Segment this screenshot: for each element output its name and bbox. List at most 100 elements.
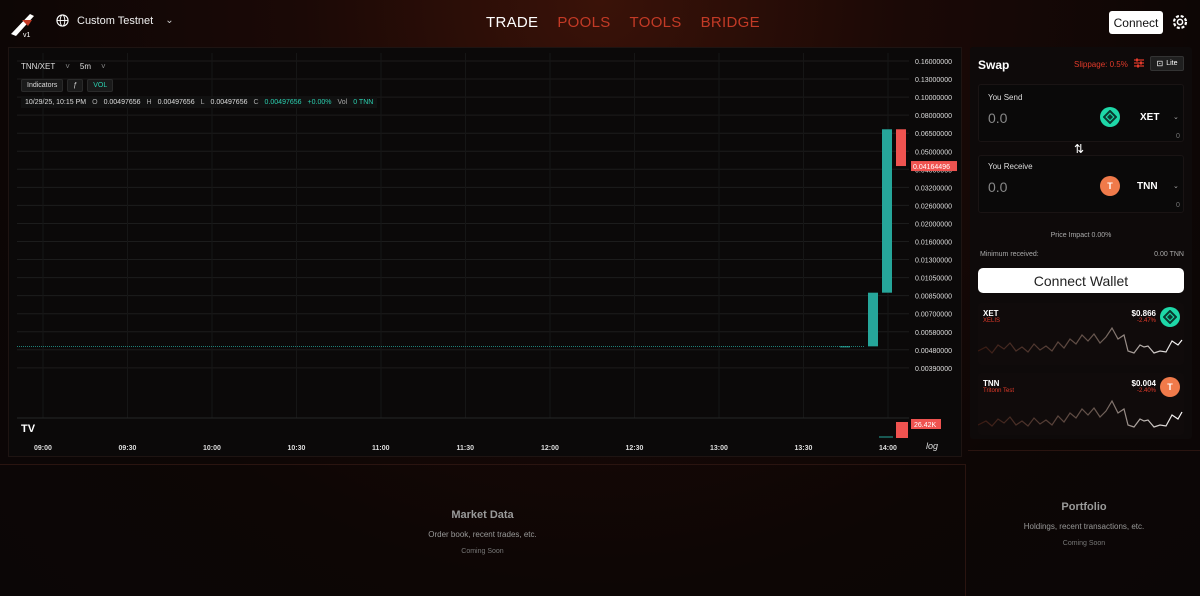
vol-button[interactable]: VOL	[87, 79, 114, 92]
portfolio-subtitle: Holdings, recent transactions, etc.	[1023, 522, 1145, 531]
time-tick-label: 13:00	[710, 445, 728, 452]
minimum-received-label: Minimum received:	[980, 251, 1039, 258]
time-tick-label: 10:30	[288, 445, 306, 452]
send-label: You Send	[988, 93, 1023, 102]
indicators-button[interactable]: Indicators	[21, 79, 64, 92]
price-tick-label: 0.13000000	[915, 77, 952, 84]
high-label: H	[146, 99, 152, 106]
token-card-xet[interactable]: XET XELIS $0.866 -2.47%	[978, 303, 1184, 365]
token-symbol: TNN	[983, 379, 1000, 388]
candle	[882, 129, 892, 293]
slippage-label[interactable]: Slippage: 0.5%	[1074, 60, 1128, 69]
connect-wallet-button[interactable]: Connect Wallet	[978, 268, 1184, 293]
chevron-down-icon: ˅	[101, 62, 106, 71]
token-price: $0.004	[1131, 379, 1156, 388]
price-tick-label: 0.00390000	[915, 366, 952, 373]
app-logo[interactable]: v1	[8, 10, 38, 38]
volume-badge-label: 26.42K	[914, 422, 937, 429]
change-value: +0.00%	[307, 99, 332, 106]
time-tick-label: 11:00	[372, 445, 390, 452]
price-impact: Price Impact 0.00%	[1050, 232, 1112, 239]
portfolio-title: Portfolio	[1061, 501, 1107, 513]
lite-icon: ⊡	[1156, 59, 1164, 68]
time-tick-label: 12:30	[626, 445, 644, 452]
send-balance: 0	[1176, 133, 1180, 140]
gear-icon[interactable]	[1170, 12, 1190, 32]
price-tick-label: 0.08000000	[915, 113, 952, 120]
price-tick-label: 0.10000000	[915, 95, 952, 102]
ohlc-legend: 10/29/25, 10:15 PM O 0.00497656 H 0.0049…	[21, 97, 378, 108]
nav-tools[interactable]: TOOLS	[630, 14, 682, 31]
nav-pools[interactable]: POOLS	[557, 14, 610, 31]
candle	[868, 292, 878, 347]
chevron-down-icon: ˅	[65, 62, 70, 71]
price-tick-label: 0.02000000	[915, 221, 952, 228]
token-change: -2.47%	[1136, 318, 1156, 324]
top-header: v1 Custom Testnet ⌄ TRADE POOLS TOOLS BR…	[0, 0, 1200, 45]
candle	[896, 129, 906, 167]
price-tick-label: 0.03200000	[915, 185, 952, 192]
send-token-name[interactable]: XET	[1140, 112, 1159, 123]
price-tick-label: 0.16000000	[915, 59, 952, 66]
nav-trade[interactable]: TRADE	[486, 14, 538, 31]
portfolio-panel: Portfolio Holdings, recent transactions,…	[968, 450, 1200, 596]
close-value: 0.00497656	[264, 99, 302, 106]
token-change: -2.40%	[1136, 388, 1156, 394]
token-card-tnn[interactable]: TNN Tritonn Test $0.004 -2.40% T	[978, 373, 1184, 435]
xet-icon[interactable]	[1100, 107, 1120, 127]
minimum-received-value: 0.00 TNN	[1154, 251, 1184, 258]
tnn-icon: T	[1160, 377, 1180, 397]
tnn-icon[interactable]: T	[1100, 176, 1120, 196]
volume-label: Vol	[337, 99, 348, 106]
xet-icon	[1160, 307, 1180, 327]
ohlc-date: 10/29/25, 10:15 PM	[25, 99, 87, 106]
interval-label[interactable]: 5m	[80, 62, 91, 71]
time-tick-label: 11:30	[457, 445, 475, 452]
market-data-coming-soon: Coming Soon	[461, 548, 504, 555]
swap-direction-icon[interactable]: ⇅	[1074, 142, 1084, 156]
xet-sparkline	[978, 326, 1183, 354]
receive-token-name[interactable]: TNN	[1137, 181, 1158, 192]
send-amount-input[interactable]: 0.0	[988, 110, 1007, 126]
price-tick-label: 0.00700000	[915, 312, 952, 319]
token-fullname: Tritonn Test	[983, 388, 1015, 394]
chevron-down-icon[interactable]: ⌄	[1173, 113, 1179, 121]
low-value: 0.00497656	[210, 99, 248, 106]
high-value: 0.00497656	[157, 99, 195, 106]
connect-button[interactable]: Connect	[1109, 11, 1163, 34]
price-tick-label: 0.01600000	[915, 240, 952, 247]
time-tick-label: 14:00	[879, 445, 897, 452]
receive-label: You Receive	[988, 162, 1033, 171]
sliders-icon[interactable]	[1133, 57, 1145, 69]
price-tick-label: 0.01050000	[915, 276, 952, 283]
time-tick-label: 12:00	[541, 445, 559, 452]
market-data-panel: Market Data Order book, recent trades, e…	[0, 464, 966, 596]
chart-symbol-bar: TNN/XET ˅ 5m ˅	[21, 62, 106, 71]
time-tick-label: 13:30	[795, 445, 813, 452]
open-value: 0.00497656	[103, 99, 141, 106]
receive-balance: 0	[1176, 202, 1180, 209]
close-label: C	[253, 99, 259, 106]
price-tick-label: 0.01300000	[915, 258, 952, 265]
market-data-title: Market Data	[451, 509, 514, 521]
pair-symbol[interactable]: TNN/XET	[21, 62, 55, 71]
time-tick-label: 09:00	[34, 445, 52, 452]
receive-amount-input[interactable]: 0.0	[988, 179, 1007, 195]
chevron-down-icon[interactable]: ⌄	[1173, 182, 1179, 190]
time-tick-label: 09:30	[119, 445, 137, 452]
time-tick-label: 10:00	[203, 445, 221, 452]
token-fullname: XELIS	[983, 318, 1001, 324]
main-nav: TRADE POOLS TOOLS BRIDGE	[486, 14, 760, 31]
token-price: $0.866	[1131, 309, 1156, 318]
formula-button[interactable]: ƒ	[67, 79, 84, 92]
nav-bridge[interactable]: BRIDGE	[701, 14, 760, 31]
log-scale-toggle[interactable]: log	[926, 441, 938, 451]
portfolio-coming-soon: Coming Soon	[1062, 540, 1106, 547]
volume-bar	[896, 422, 908, 438]
tradingview-logo: TV	[21, 423, 36, 435]
price-chart[interactable]: 0.16000000 0.13000000 0.10000000 0.08000000…	[9, 48, 963, 458]
chart-toolbar: Indicators ƒ VOL	[21, 79, 114, 92]
network-selector[interactable]: Custom Testnet ⌄	[56, 14, 174, 27]
lite-toggle[interactable]: ⊡ Lite	[1150, 56, 1184, 71]
chart-panel[interactable]: 0.16000000 0.13000000 0.10000000 0.08000000…	[8, 47, 962, 457]
